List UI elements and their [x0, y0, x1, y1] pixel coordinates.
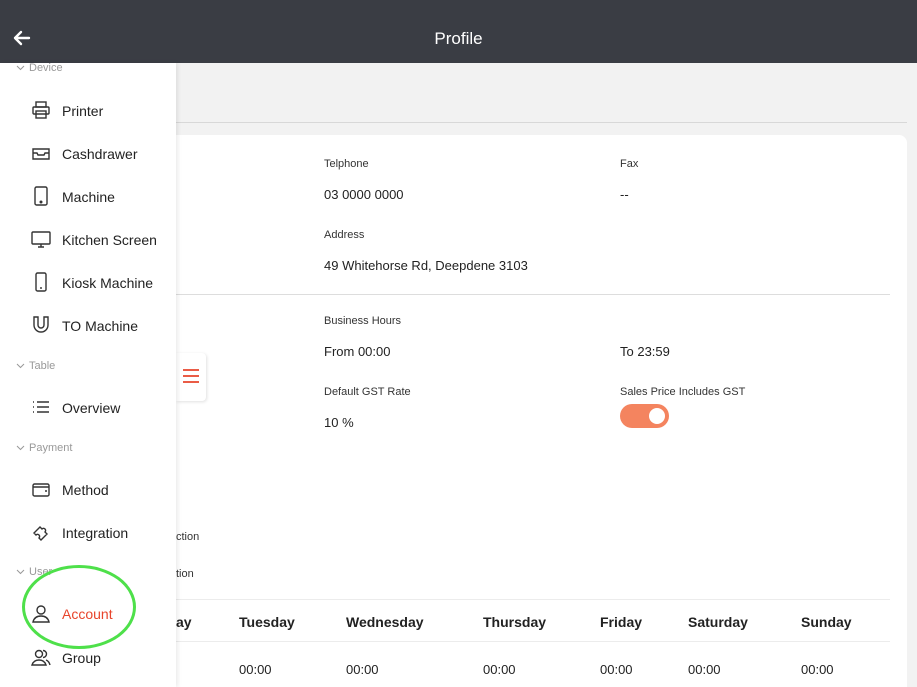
printer-icon — [31, 100, 51, 120]
section-user-label: User — [29, 566, 53, 578]
friday-open-time: 00:00 — [600, 662, 633, 677]
sidebar-item-group[interactable]: Group — [31, 647, 171, 671]
sidebar-item-label: Kitchen Screen — [62, 232, 157, 248]
day-header-monday: ay — [176, 614, 192, 630]
sidebar-item-label: Overview — [62, 400, 121, 416]
tuesday-open-time: 00:00 — [239, 662, 272, 677]
sunday-open-time: 00:00 — [801, 662, 834, 677]
day-header-saturday: Saturday — [688, 614, 748, 630]
sidebar-item-machine[interactable]: Machine — [31, 186, 171, 210]
section-user[interactable]: User — [16, 566, 52, 578]
chevron-down-icon — [16, 442, 25, 454]
section-device-label: Device — [29, 63, 63, 74]
sidebar-item-cashdrawer[interactable]: Cashdrawer — [31, 143, 171, 167]
sidebar-item-label: Machine — [62, 189, 115, 205]
sidebar-item-to-machine[interactable]: TO Machine — [31, 315, 171, 339]
telephone-label: Telphone — [324, 158, 369, 170]
fax-value: -- — [620, 187, 629, 202]
wednesday-open-time: 00:00 — [346, 662, 379, 677]
hours-to-value: To 23:59 — [620, 344, 670, 359]
settings-sidebar: Device Printer Cashdrawer Machine Kitche… — [0, 63, 176, 687]
puzzle-icon — [31, 522, 51, 542]
sidebar-item-label: Integration — [62, 525, 129, 541]
section-table-label: Table — [29, 360, 56, 372]
sidebar-item-label: Account — [62, 606, 113, 622]
magnet-icon — [31, 315, 51, 335]
gst-rate-value: 10 % — [324, 415, 354, 430]
sidebar-menu-button[interactable] — [176, 353, 206, 401]
address-label: Address — [324, 229, 365, 241]
thursday-open-time: 00:00 — [483, 662, 516, 677]
tablet-icon — [31, 186, 51, 206]
card-divider — [176, 294, 890, 295]
section-device[interactable]: Device — [16, 63, 63, 74]
section-payment[interactable]: Payment — [16, 442, 72, 454]
partial-label-1: ction — [176, 531, 200, 543]
sidebar-item-kiosk-machine[interactable]: Kiosk Machine — [31, 272, 171, 296]
user-icon — [31, 603, 51, 623]
chevron-down-icon — [16, 566, 25, 578]
sidebar-item-kitchen-screen[interactable]: Kitchen Screen — [31, 229, 171, 253]
monitor-icon — [31, 229, 51, 249]
header-divider — [176, 122, 907, 123]
chevron-down-icon — [16, 63, 25, 74]
day-header-thursday: Thursday — [483, 614, 547, 630]
sidebar-item-printer[interactable]: Printer — [31, 100, 171, 124]
gst-rate-label: Default GST Rate — [324, 386, 411, 398]
telephone-value: 03 0000 0000 — [324, 187, 404, 202]
sidebar-item-integration[interactable]: Integration — [31, 522, 171, 546]
sidebar-item-overview[interactable]: Overview — [31, 397, 171, 421]
business-hours-label: Business Hours — [324, 315, 402, 327]
cashdrawer-icon — [31, 143, 51, 163]
day-header-wednesday: Wednesday — [346, 614, 424, 630]
sidebar-item-label: Method — [62, 482, 109, 498]
sidebar-item-account[interactable]: Account — [31, 603, 171, 627]
wallet-icon — [31, 479, 51, 499]
phone-icon — [31, 272, 51, 292]
page-title: Profile — [434, 29, 483, 48]
users-icon — [31, 647, 51, 667]
sidebar-item-label: Kiosk Machine — [62, 275, 154, 291]
address-value: 49 Whitehorse Rd, Deepdene 3103 — [324, 258, 528, 273]
fax-label: Fax — [620, 158, 639, 170]
saturday-open-time: 00:00 — [688, 662, 721, 677]
section-payment-label: Payment — [29, 442, 73, 454]
section-table[interactable]: Table — [16, 360, 55, 372]
sales-gst-toggle[interactable] — [620, 404, 669, 428]
sidebar-item-label: Cashdrawer — [62, 146, 138, 162]
sidebar-item-method[interactable]: Method — [31, 479, 171, 503]
top-bar: Profile — [0, 0, 917, 63]
sidebar-item-label: Group — [62, 650, 101, 666]
chevron-down-icon — [16, 360, 25, 372]
hamburger-icon — [183, 369, 199, 383]
list-icon — [31, 397, 51, 417]
day-header-sunday: Sunday — [801, 614, 852, 630]
sales-gst-label: Sales Price Includes GST — [620, 386, 746, 398]
toggle-knob — [649, 408, 665, 424]
sidebar-item-label: Printer — [62, 103, 104, 119]
day-header-tuesday: Tuesday — [239, 614, 295, 630]
sidebar-item-label: TO Machine — [62, 318, 138, 334]
day-header-friday: Friday — [600, 614, 643, 630]
profile-card: Telphone 03 0000 0000 Fax -- Address 49 … — [150, 135, 907, 687]
partial-label-2: tion — [176, 568, 194, 580]
table-divider-top — [176, 599, 890, 600]
hours-from-value: From 00:00 — [324, 344, 391, 359]
table-divider-header — [176, 641, 890, 642]
